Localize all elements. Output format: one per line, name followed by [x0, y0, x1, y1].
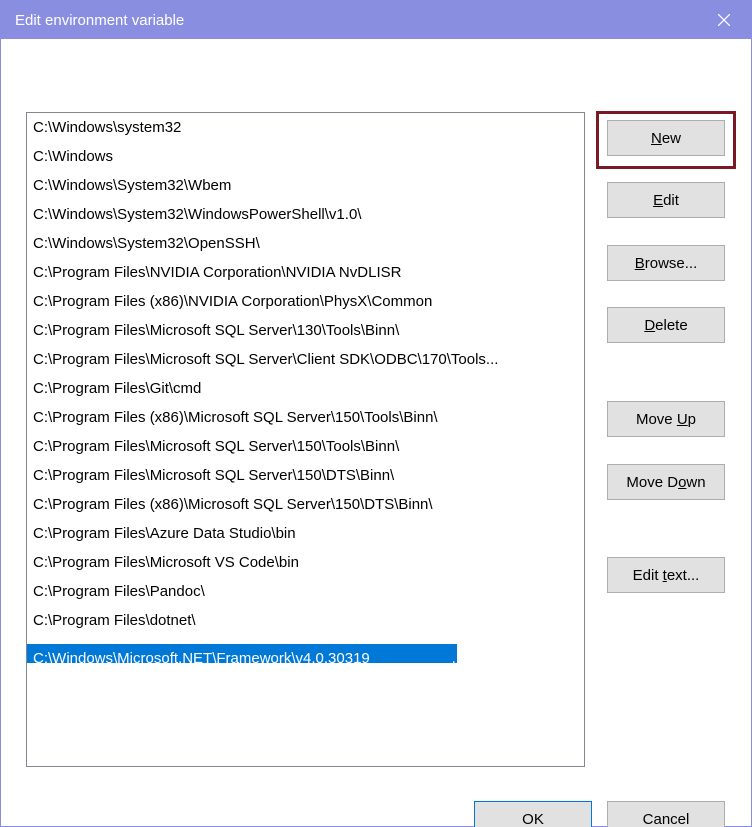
- path-row[interactable]: C:\Program Files\Git\cmd: [27, 374, 584, 403]
- cancel-button[interactable]: Cancel: [607, 801, 725, 827]
- path-row[interactable]: C:\Program Files\dotnet\: [27, 606, 584, 635]
- path-cell-right: [457, 635, 584, 663]
- window-title: Edit environment variable: [15, 12, 697, 29]
- path-row[interactable]: C:\Program Files\Microsoft SQL Server\13…: [27, 316, 584, 345]
- path-row[interactable]: C:\Windows: [27, 142, 584, 171]
- edit-button[interactable]: Edit: [607, 182, 725, 218]
- browse-button[interactable]: Browse...: [607, 245, 725, 281]
- path-row[interactable]: C:\Program Files\Pandoc\: [27, 577, 584, 606]
- path-row[interactable]: C:\Program Files\Microsoft VS Code\bin: [27, 548, 584, 577]
- path-row[interactable]: C:\Program Files (x86)\Microsoft SQL Ser…: [27, 403, 584, 432]
- client-area: C:\Windows\system32C:\WindowsC:\Windows\…: [1, 39, 751, 826]
- path-listbox[interactable]: C:\Windows\system32C:\WindowsC:\Windows\…: [26, 112, 585, 767]
- path-row[interactable]: C:\Program Files (x86)\NVIDIA Corporatio…: [27, 287, 584, 316]
- path-row[interactable]: C:\Windows\System32\Wbem: [27, 171, 584, 200]
- path-row[interactable]: C:\Windows\System32\OpenSSH\: [27, 229, 584, 258]
- path-row[interactable]: C:\Program Files\Azure Data Studio\bin: [27, 519, 584, 548]
- path-row[interactable]: C:\Windows\System32\WindowsPowerShell\v1…: [27, 200, 584, 229]
- move-down-button[interactable]: Move Down: [607, 464, 725, 500]
- path-row[interactable]: C:\Windows\Microsoft.NET\Framework\v4.0.…: [27, 635, 584, 664]
- path-row[interactable]: C:\Program Files\Microsoft SQL Server\15…: [27, 461, 584, 490]
- path-row[interactable]: C:\Program Files\Microsoft SQL Server\15…: [27, 432, 584, 461]
- path-cell: C:\Windows\Microsoft.NET\Framework\v4.0.…: [27, 644, 457, 664]
- ok-button[interactable]: OK: [474, 801, 592, 827]
- path-row[interactable]: C:\Program Files\NVIDIA Corporation\NVID…: [27, 258, 584, 287]
- close-icon: [718, 14, 730, 26]
- new-button[interactable]: New: [607, 120, 725, 156]
- path-row[interactable]: C:\Program Files\Microsoft SQL Server\Cl…: [27, 345, 584, 374]
- titlebar[interactable]: Edit environment variable: [1, 1, 751, 39]
- delete-button[interactable]: Delete: [607, 307, 725, 343]
- path-row[interactable]: C:\Windows\system32: [27, 113, 584, 142]
- close-button[interactable]: [697, 1, 751, 39]
- dialog-window: Edit environment variable C:\Windows\sys…: [0, 0, 752, 827]
- move-up-button[interactable]: Move Up: [607, 401, 725, 437]
- path-row[interactable]: C:\Program Files (x86)\Microsoft SQL Ser…: [27, 490, 584, 519]
- edit-text-button[interactable]: Edit text...: [607, 557, 725, 593]
